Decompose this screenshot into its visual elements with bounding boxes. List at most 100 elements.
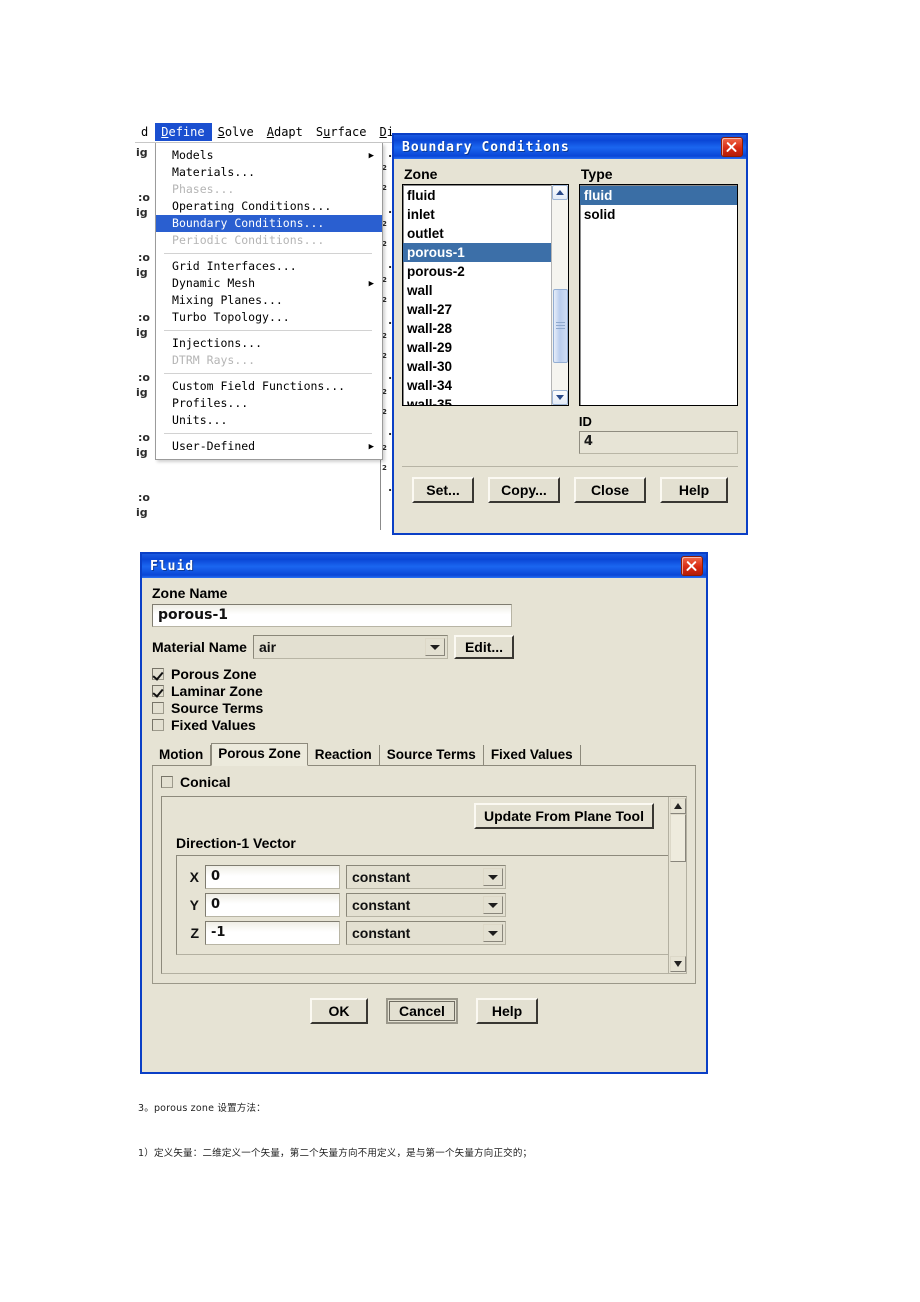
set-button[interactable]: Set... — [412, 477, 474, 503]
help-button[interactable]: Help — [476, 998, 538, 1024]
checkbox-icon-checked[interactable] — [152, 685, 164, 697]
menu-item-injections[interactable]: Injections... — [156, 335, 382, 352]
scroll-up-icon[interactable] — [551, 185, 568, 200]
zone-list-scrollbar[interactable] — [550, 185, 568, 405]
help-button[interactable]: Help — [660, 477, 728, 503]
close-icon[interactable] — [721, 137, 743, 157]
fluent-menubar[interactable]: d Define Solve Adapt Surface Di — [135, 122, 405, 143]
vector-mode-combo-x[interactable]: constant — [346, 865, 506, 889]
scrollbar-thumb[interactable] — [670, 814, 686, 862]
list-item[interactable]: inlet — [403, 205, 552, 224]
vector-mode-combo-y[interactable]: constant — [346, 893, 506, 917]
list-item[interactable]: wall-30 — [403, 357, 552, 376]
chevron-down-icon[interactable] — [483, 868, 503, 886]
ok-button[interactable]: OK — [310, 998, 368, 1024]
bc-button-row: Set... Copy... Close Help — [402, 477, 738, 503]
id-label: ID — [578, 414, 592, 429]
close-icon[interactable] — [681, 556, 703, 576]
update-from-plane-tool-button[interactable]: Update From Plane Tool — [474, 803, 654, 829]
menu-separator — [164, 253, 372, 254]
menubar-item-define[interactable]: Define — [155, 123, 212, 141]
scroll-down-icon[interactable] — [551, 390, 568, 405]
edit-material-button[interactable]: Edit... — [453, 635, 515, 659]
menu-item-custom-field-functions[interactable]: Custom Field Functions... — [156, 378, 382, 395]
bc-title: Boundary Conditions — [402, 139, 570, 155]
checkbox-source-terms[interactable]: Source Terms — [152, 700, 696, 716]
copy-button[interactable]: Copy... — [488, 477, 560, 503]
bc-titlebar: Boundary Conditions — [394, 135, 746, 159]
submenu-arrow-icon: ▶ — [368, 279, 374, 289]
menu-item-units[interactable]: Units... — [156, 412, 382, 429]
menu-item-models[interactable]: Models ▶ — [156, 147, 382, 164]
type-listbox[interactable]: fluid solid — [578, 184, 738, 406]
menu-item-user-defined[interactable]: User-Defined ▶ — [156, 438, 382, 455]
checkbox-fixed-values[interactable]: Fixed Values — [152, 717, 696, 733]
vector-input-x[interactable]: 0 — [205, 865, 340, 889]
list-item-selected[interactable]: fluid — [579, 186, 737, 205]
zone-listbox[interactable]: fluid inlet outlet porous-1 porous-2 wal… — [402, 184, 569, 406]
direction-1-vector-label: Direction-1 Vector — [176, 835, 296, 851]
tab-fixed-values[interactable]: Fixed Values — [484, 745, 581, 765]
scroll-down-icon[interactable] — [670, 956, 686, 972]
id-field[interactable]: 4 — [578, 431, 738, 454]
vector-row-y: Y 0 constant — [185, 893, 653, 917]
list-item[interactable]: wall-27 — [403, 300, 552, 319]
zone-label: Zone — [404, 166, 438, 182]
checkbox-icon-checked[interactable] — [152, 668, 164, 680]
tab-porous-zone[interactable]: Porous Zone — [211, 743, 308, 766]
chevron-down-icon[interactable] — [424, 638, 445, 656]
fluid-button-row: OK Cancel Help — [152, 998, 696, 1024]
menu-item-operating-conditions[interactable]: Operating Conditions... — [156, 198, 382, 215]
list-item[interactable]: wall-35 — [403, 395, 552, 405]
list-item-selected[interactable]: porous-1 — [403, 243, 552, 262]
menu-item-boundary-conditions[interactable]: Boundary Conditions... — [156, 215, 382, 232]
porous-panel-scrollbar[interactable] — [668, 797, 686, 973]
axis-label-y: Y — [189, 897, 199, 913]
close-button[interactable]: Close — [574, 477, 646, 503]
vector-input-z[interactable]: -1 — [205, 921, 340, 945]
menubar-item-grid-partial[interactable]: d — [135, 123, 155, 141]
menu-item-profiles[interactable]: Profiles... — [156, 395, 382, 412]
menu-item-mixing-planes[interactable]: Mixing Planes... — [156, 292, 382, 309]
material-name-combo[interactable]: air — [252, 635, 448, 659]
list-item[interactable]: wall — [403, 281, 552, 300]
list-item[interactable]: porous-2 — [403, 262, 552, 281]
doc-line-2: 1）定义矢量：二维定义一个矢量，第二个矢量方向不用定义，是与第一个矢量方向正交的… — [138, 1148, 533, 1159]
menu-item-dynamic-mesh[interactable]: Dynamic Mesh ▶ — [156, 275, 382, 292]
list-item[interactable]: wall-28 — [403, 319, 552, 338]
fluent-menu-window: d Define Solve Adapt Surface Di Models ▶ … — [135, 122, 405, 530]
menubar-item-solve[interactable]: Solve — [212, 123, 261, 141]
list-item[interactable]: solid — [580, 205, 737, 224]
menubar-item-surface[interactable]: Surface — [310, 123, 374, 141]
list-item[interactable]: wall-34 — [403, 376, 552, 395]
checkbox-laminar-zone[interactable]: Laminar Zone — [152, 683, 696, 699]
cancel-button[interactable]: Cancel — [386, 998, 458, 1024]
list-item[interactable]: outlet — [403, 224, 552, 243]
list-item[interactable]: wall-29 — [403, 338, 552, 357]
menu-item-turbo-topology[interactable]: Turbo Topology... — [156, 309, 382, 326]
menu-item-materials[interactable]: Materials... — [156, 164, 382, 181]
menubar-item-adapt[interactable]: Adapt — [261, 123, 310, 141]
vector-input-y[interactable]: 0 — [205, 893, 340, 917]
checkbox-porous-zone[interactable]: Porous Zone — [152, 666, 696, 682]
menu-item-grid-interfaces[interactable]: Grid Interfaces... — [156, 258, 382, 275]
tab-reaction[interactable]: Reaction — [308, 745, 380, 765]
zone-name-input[interactable]: porous-1 — [152, 604, 512, 627]
tab-motion[interactable]: Motion — [152, 745, 212, 765]
scrollbar-thumb[interactable] — [552, 289, 568, 363]
vector-fields-box: X 0 constant Y 0 constant Z -1 constant — [176, 855, 676, 955]
vector-mode-combo-z[interactable]: constant — [346, 921, 506, 945]
checkbox-icon-unchecked[interactable] — [152, 702, 164, 714]
tab-source-terms[interactable]: Source Terms — [380, 745, 484, 765]
fluid-tabstrip[interactable]: Motion Porous Zone Reaction Source Terms… — [152, 742, 696, 766]
checkbox-icon-unchecked[interactable] — [161, 776, 173, 788]
scroll-up-icon[interactable] — [670, 798, 686, 814]
menu-separator — [164, 373, 372, 374]
chevron-down-icon[interactable] — [483, 924, 503, 942]
checkbox-conical[interactable]: Conical — [161, 774, 687, 790]
axis-label-x: X — [189, 869, 199, 885]
list-item[interactable]: fluid — [403, 186, 552, 205]
chevron-down-icon[interactable] — [483, 896, 503, 914]
checkbox-icon-unchecked[interactable] — [152, 719, 164, 731]
define-dropdown-menu[interactable]: Models ▶ Materials... Phases... Operating… — [155, 143, 383, 460]
